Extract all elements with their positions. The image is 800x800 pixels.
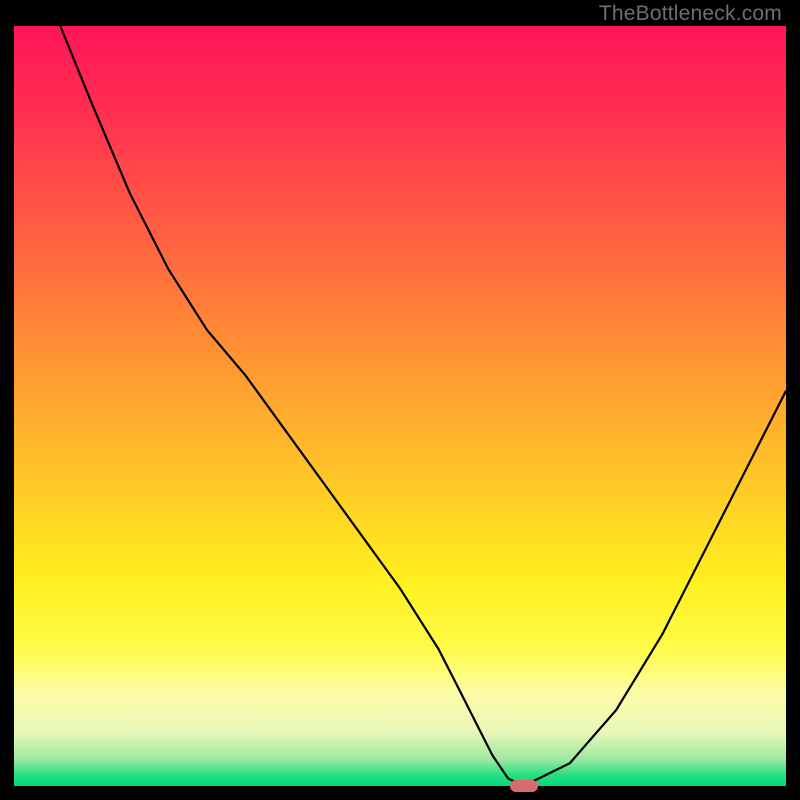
watermark-text: TheBottleneck.com xyxy=(599,2,782,26)
plot-area xyxy=(14,26,786,786)
bottleneck-curve xyxy=(14,26,786,786)
optimal-point-marker xyxy=(510,780,538,792)
